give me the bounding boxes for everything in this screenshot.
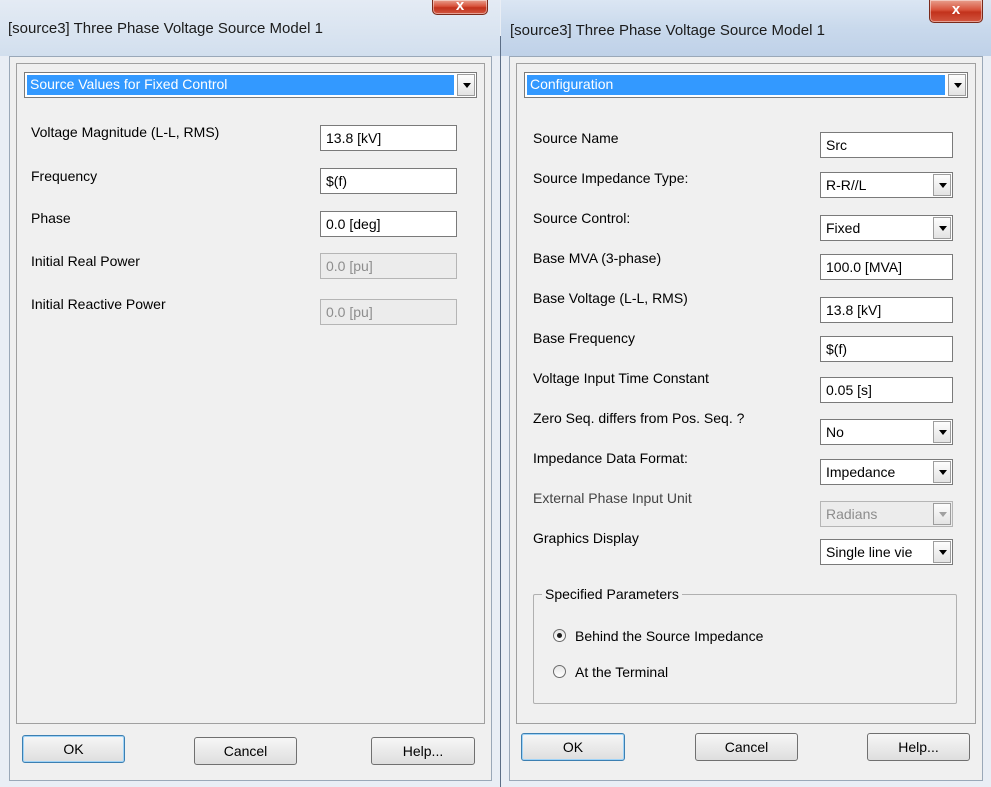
phase-input[interactable]: 0.0 [deg] (320, 211, 457, 237)
impedance-data-format-value: Impedance (826, 464, 896, 480)
chevron-down-icon[interactable] (933, 174, 951, 196)
base-frequency-input[interactable]: $(f) (820, 336, 953, 362)
chevron-down-icon[interactable] (457, 74, 475, 96)
right-title-bar[interactable]: [source3] Three Phase Voltage Source Mod… (501, 0, 991, 56)
left-cancel-button[interactable]: Cancel (194, 737, 297, 765)
source-control-label: Source Control: (533, 210, 631, 226)
zero-seq-value: No (826, 424, 844, 440)
zero-seq-select[interactable]: No (820, 419, 953, 445)
initial-real-power-label: Initial Real Power (31, 253, 140, 269)
external-phase-input-unit-label: External Phase Input Unit (533, 490, 692, 506)
right-dialog-window: [source3] Three Phase Voltage Source Mod… (501, 0, 991, 787)
base-mva-input[interactable]: 100.0 [MVA] (820, 254, 953, 280)
voltage-magnitude-label: Voltage Magnitude (L-L, RMS) (31, 124, 220, 140)
voltage-magnitude-input[interactable]: 13.8 [kV] (320, 125, 457, 151)
source-control-select[interactable]: Fixed (820, 215, 953, 241)
zero-seq-label: Zero Seq. differs from Pos. Seq. ? (533, 410, 745, 426)
left-window-title: [source3] Three Phase Voltage Source Mod… (8, 20, 323, 37)
chevron-down-icon[interactable] (933, 541, 951, 563)
right-help-button[interactable]: Help... (867, 733, 970, 761)
chevron-down-icon[interactable] (933, 461, 951, 483)
left-title-bar[interactable]: [source3] Three Phase Voltage Source Mod… (0, 0, 500, 56)
right-panel: Configuration Source Name Src Source Imp… (516, 63, 976, 724)
left-section-select[interactable]: Source Values for Fixed Control (24, 72, 477, 98)
external-phase-input-unit-value: Radians (826, 506, 878, 522)
base-voltage-input[interactable]: 13.8 [kV] (820, 297, 953, 323)
external-phase-input-unit-select: Radians (820, 501, 953, 527)
base-frequency-label: Base Frequency (533, 330, 635, 346)
impedance-data-format-select[interactable]: Impedance (820, 459, 953, 485)
chevron-down-icon (933, 503, 951, 525)
chevron-down-icon[interactable] (948, 74, 966, 96)
radio-at-terminal-label: At the Terminal (575, 664, 669, 680)
initial-reactive-power-input: 0.0 [pu] (320, 299, 457, 325)
right-close-button[interactable]: x (929, 0, 983, 23)
left-section-select-value: Source Values for Fixed Control (27, 75, 454, 95)
chevron-down-icon[interactable] (933, 421, 951, 443)
initial-reactive-power-label: Initial Reactive Power (31, 296, 166, 312)
right-section-select[interactable]: Configuration (524, 72, 968, 98)
radio-behind-source-impedance-label: Behind the Source Impedance (575, 628, 764, 644)
radio-selected-icon[interactable] (553, 629, 566, 642)
left-close-button[interactable]: x (432, 0, 488, 15)
source-name-label: Source Name (533, 130, 619, 146)
radio-behind-source-impedance[interactable]: Behind the Source Impedance (553, 628, 763, 644)
chevron-down-icon[interactable] (933, 217, 951, 239)
voltage-input-time-constant-label: Voltage Input Time Constant (533, 370, 709, 386)
source-control-value: Fixed (826, 220, 861, 236)
specified-parameters-legend: Specified Parameters (542, 586, 682, 602)
graphics-display-label: Graphics Display (533, 530, 639, 546)
source-impedance-type-value: R-R//L (826, 177, 867, 193)
phase-label: Phase (31, 210, 71, 226)
radio-unselected-icon[interactable] (553, 665, 566, 678)
frequency-label: Frequency (31, 168, 98, 184)
base-mva-label: Base MVA (3-phase) (533, 250, 662, 266)
initial-real-power-input: 0.0 [pu] (320, 253, 457, 279)
left-ok-button[interactable]: OK (22, 735, 125, 763)
right-cancel-button[interactable]: Cancel (695, 733, 798, 761)
left-dialog-window: [source3] Three Phase Voltage Source Mod… (0, 0, 500, 787)
graphics-display-value: Single line vie (826, 544, 913, 560)
right-ok-button[interactable]: OK (521, 733, 625, 761)
source-impedance-type-label: Source Impedance Type: (533, 170, 689, 186)
graphics-display-select[interactable]: Single line vie (820, 539, 953, 565)
right-section-select-value: Configuration (527, 75, 945, 95)
left-client-area: Source Values for Fixed Control Voltage … (9, 56, 492, 781)
right-client-area: Configuration Source Name Src Source Imp… (509, 56, 983, 781)
right-window-title: [source3] Three Phase Voltage Source Mod… (510, 22, 825, 39)
source-name-input[interactable]: Src (820, 132, 953, 158)
voltage-input-time-constant-input[interactable]: 0.05 [s] (820, 377, 953, 403)
base-voltage-label: Base Voltage (L-L, RMS) (533, 290, 688, 306)
frequency-input[interactable]: $(f) (320, 168, 457, 194)
source-impedance-type-select[interactable]: R-R//L (820, 172, 953, 198)
left-panel: Source Values for Fixed Control Voltage … (16, 63, 485, 724)
specified-parameters-group: Specified Parameters Behind the Source I… (533, 586, 957, 704)
left-help-button[interactable]: Help... (371, 737, 475, 765)
radio-at-terminal[interactable]: At the Terminal (553, 664, 668, 680)
impedance-data-format-label: Impedance Data Format: (533, 450, 688, 466)
